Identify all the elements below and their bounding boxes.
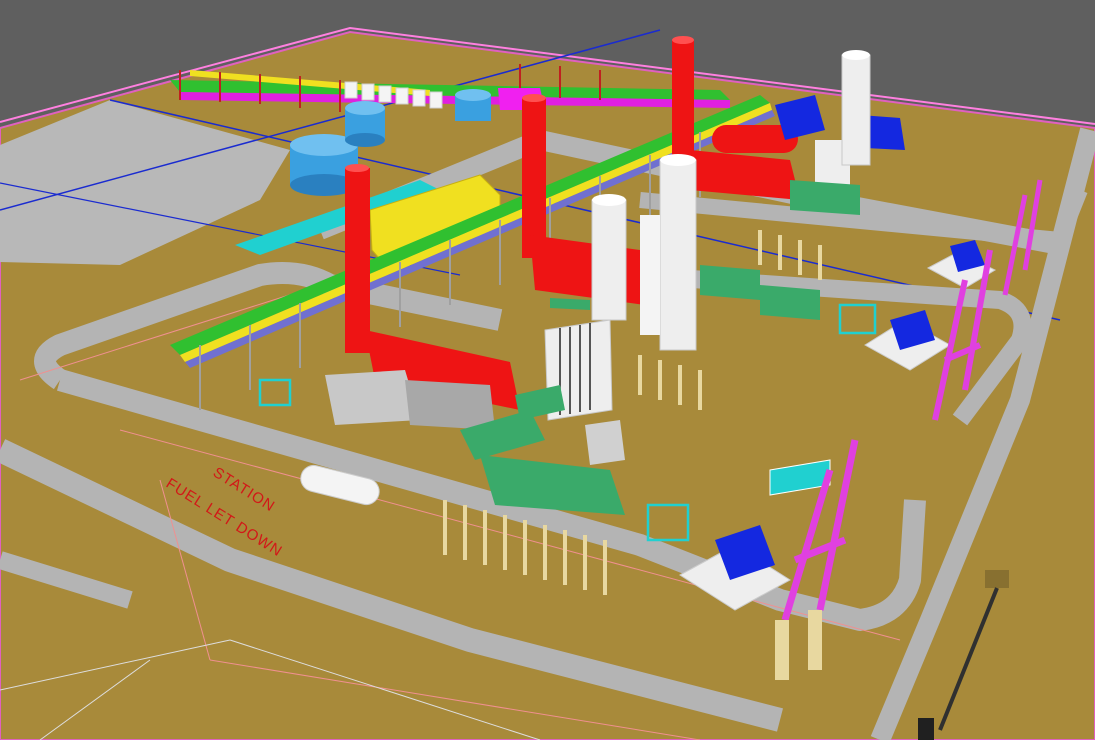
bypass-stack-2 — [522, 94, 546, 258]
plant-3d-model-view[interactable]: FUEL LET DOWN STATION — [0, 0, 1095, 740]
water-storage-tank-medium — [345, 101, 385, 147]
water-storage-tank-small — [455, 89, 491, 121]
bypass-stack-1 — [345, 164, 370, 353]
